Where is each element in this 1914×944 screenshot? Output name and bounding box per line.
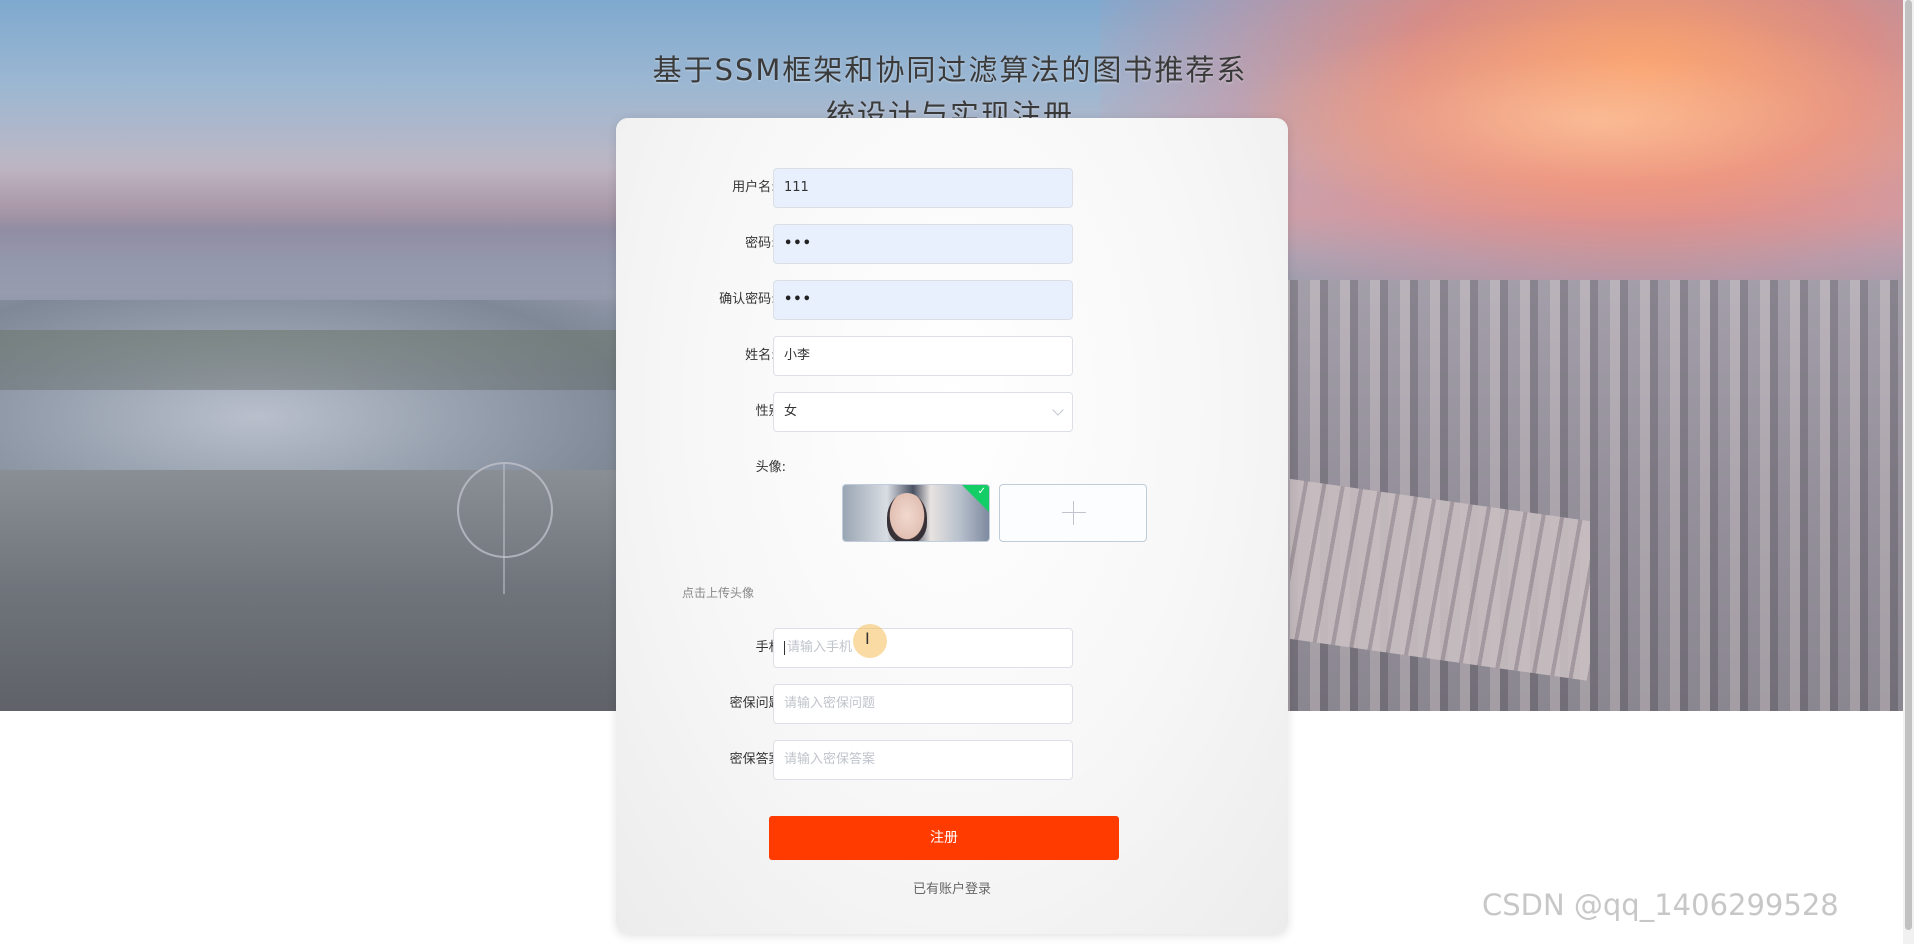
- username-input[interactable]: 111: [773, 168, 1073, 208]
- avatar-label: 头像:: [755, 460, 786, 475]
- security-question-input[interactable]: 请输入密保问题: [773, 684, 1073, 724]
- text-caret: [784, 640, 785, 655]
- avatar-upload-button[interactable]: [999, 484, 1147, 542]
- sky-glow: [1250, 20, 1903, 220]
- gender-select[interactable]: 女: [773, 392, 1073, 432]
- upload-avatar-tip[interactable]: 点击上传头像: [682, 584, 754, 601]
- security-question-placeholder: 请输入密保问题: [784, 696, 876, 711]
- name-input[interactable]: 小李: [773, 336, 1073, 376]
- form-row-password: 密码:* •••: [616, 224, 1288, 264]
- avatar-photo: [887, 493, 927, 541]
- plus-icon: [1062, 501, 1086, 525]
- watermark: CSDN @qq_1406299528: [1482, 888, 1839, 922]
- chevron-down-icon: [1052, 404, 1064, 416]
- ferris-wheel: [457, 462, 553, 594]
- form-row-username: 用户名:* 111: [616, 168, 1288, 208]
- cursor-highlight: [853, 624, 887, 658]
- form-row-gender: 性别: 女: [616, 392, 1288, 432]
- register-button[interactable]: 注册: [769, 816, 1119, 860]
- phone-input[interactable]: 请输入手机: [773, 628, 1073, 668]
- distant-haze: [0, 170, 700, 290]
- security-answer-input[interactable]: 请输入密保答案: [773, 740, 1073, 780]
- password-input[interactable]: •••: [773, 224, 1073, 264]
- check-icon: ✓: [977, 486, 986, 497]
- confirm-password-input[interactable]: •••: [773, 280, 1073, 320]
- avatar-thumbnail[interactable]: ✓: [842, 484, 990, 542]
- register-form-card: 用户名:* 111 密码:* ••• 确认密码:* ••• 姓名:* 小李 性别…: [616, 118, 1288, 934]
- gender-selected-value: 女: [784, 404, 798, 419]
- scrollbar-thumb[interactable]: [1905, 0, 1912, 930]
- form-row-phone: 手机: 请输入手机: [616, 628, 1288, 668]
- security-answer-placeholder: 请输入密保答案: [784, 752, 876, 767]
- form-row-confirm-password: 确认密码:* •••: [616, 280, 1288, 320]
- page: 基于SSM框架和协同过滤算法的图书推荐系 统设计与实现注册 用户名:* 111 …: [0, 0, 1914, 944]
- text-cursor-icon: Ⅰ: [865, 629, 870, 648]
- form-row-security-question: 密保问题: 请输入密保问题: [616, 684, 1288, 724]
- form-row-name: 姓名:* 小李: [616, 336, 1288, 376]
- title-line-1: 基于SSM框架和协同过滤算法的图书推荐系: [652, 53, 1248, 87]
- far-shore: [0, 330, 640, 390]
- form-row-avatar: 头像:: [616, 448, 1288, 488]
- login-link[interactable]: 已有账户登录: [616, 878, 1288, 897]
- form-row-security-answer: 密保答案: 请输入密保答案: [616, 740, 1288, 780]
- phone-placeholder: 请输入手机: [787, 640, 853, 655]
